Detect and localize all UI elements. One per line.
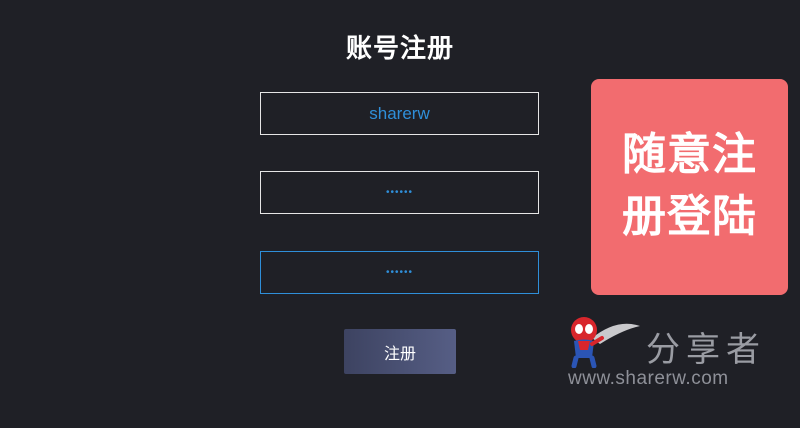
register-button[interactable]: 注册 bbox=[344, 329, 456, 374]
password-input[interactable] bbox=[260, 171, 539, 214]
promo-banner: 随意注 册登陆 bbox=[591, 79, 788, 295]
spiderman-mascot-icon bbox=[571, 317, 640, 368]
page-title: 账号注册 bbox=[345, 34, 454, 64]
watermark: 分享者 www.sharerw.com bbox=[560, 300, 792, 400]
banner-line-1: 随意注 bbox=[622, 129, 757, 180]
username-input[interactable] bbox=[260, 92, 539, 135]
banner-line-2: 册登陆 bbox=[622, 191, 757, 242]
confirm-password-input[interactable] bbox=[260, 251, 539, 294]
watermark-url: www.sharerw.com bbox=[568, 368, 729, 389]
register-screen: 账号注册 注册 随意注 册登陆 分享者 www.sharerw.com bbox=[0, 0, 800, 428]
watermark-brand: 分享者 bbox=[646, 330, 766, 370]
